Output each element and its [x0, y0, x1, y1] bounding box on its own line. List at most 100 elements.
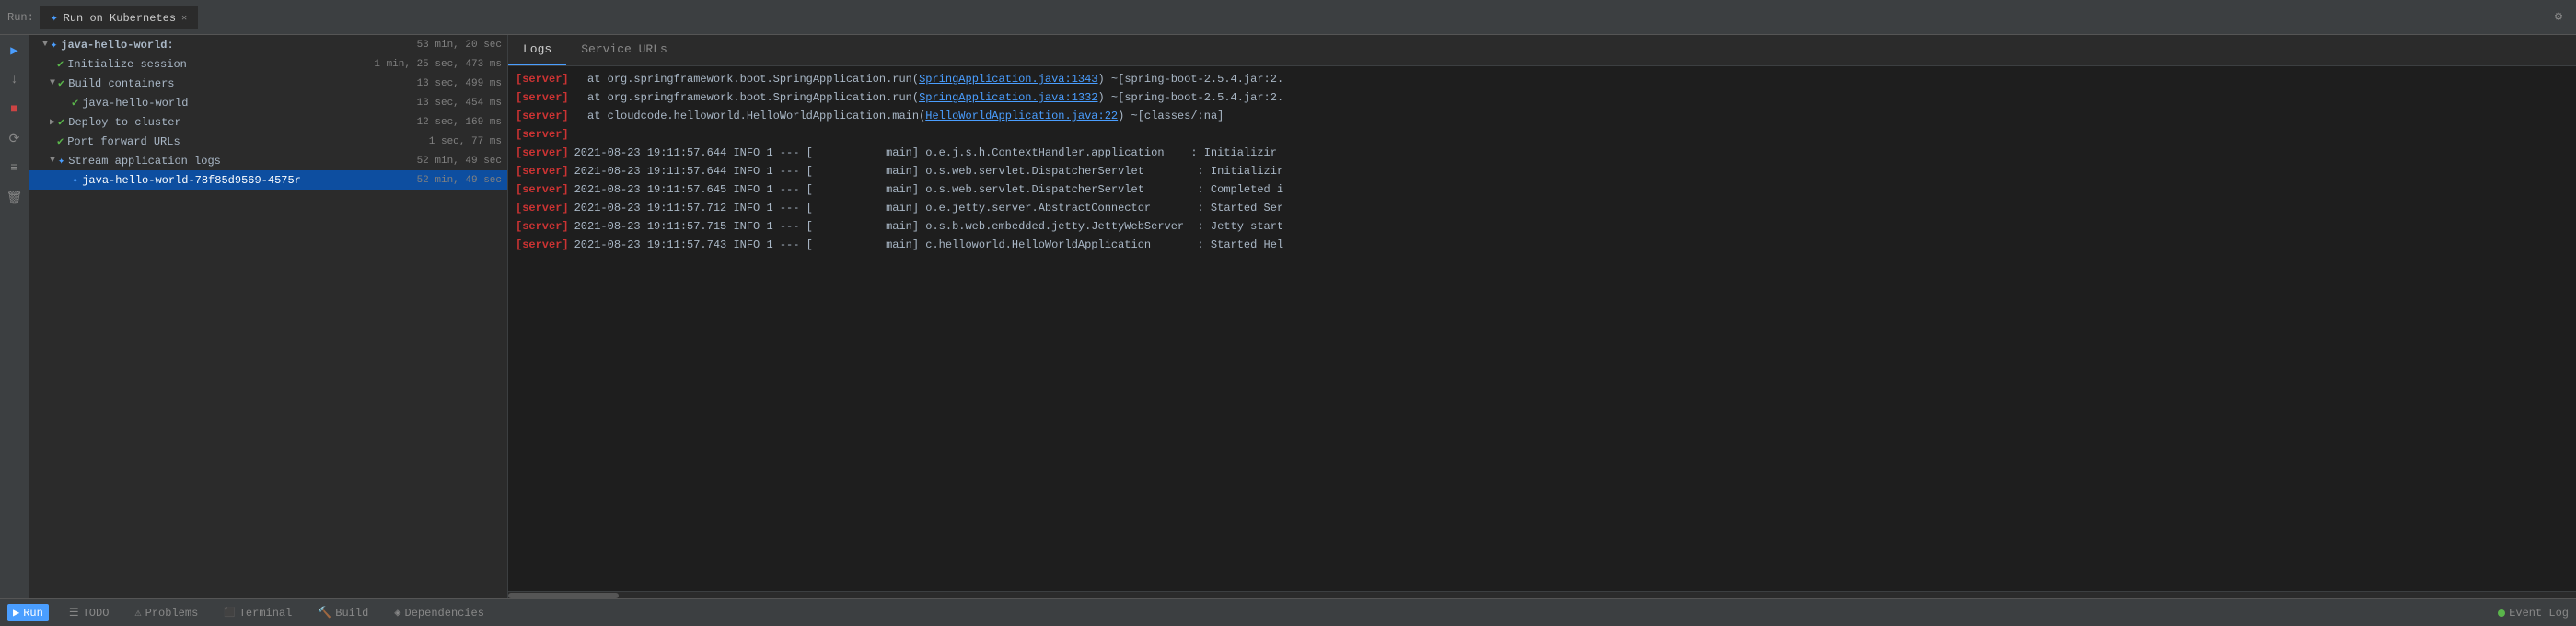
- log-link-0[interactable]: SpringApplication.java:1343: [919, 73, 1097, 86]
- tab-logs[interactable]: Logs: [508, 35, 566, 65]
- log-line-1: [server] at org.springframework.boot.Spr…: [508, 88, 2576, 107]
- tree-duration-jhw: 13 sec, 454 ms: [410, 98, 502, 109]
- event-log-dot: [2498, 609, 2505, 617]
- check-icon-init: ✔: [57, 57, 64, 71]
- run-tab[interactable]: ✦ Run on Kubernetes ✕: [40, 6, 198, 29]
- event-log-label: Event Log: [2509, 607, 2569, 620]
- spin-icon-stream: ✦: [58, 154, 64, 168]
- terminal-label: Terminal: [239, 607, 293, 620]
- check-icon-jhw: ✔: [72, 96, 78, 110]
- rerun-icon[interactable]: ▶: [5, 41, 25, 61]
- tree-item-port-forward[interactable]: ✔ Port forward URLs 1 sec, 77 ms: [29, 132, 507, 151]
- log-panel: Logs Service URLs [server] at org.spring…: [508, 35, 2576, 598]
- todo-label: TODO: [83, 607, 110, 620]
- tab-title-label: Run on Kubernetes: [64, 12, 176, 25]
- log-tabs: Logs Service URLs: [508, 35, 2576, 66]
- tree-duration-deploy: 12 sec, 169 ms: [410, 117, 502, 128]
- log-text-2: at cloudcode.helloworld.HelloWorldApplic…: [574, 108, 1224, 124]
- tree-item-jhw-sub[interactable]: ✔ java-hello-world 13 sec, 454 ms: [29, 93, 507, 112]
- server-tag-5: [server]: [516, 163, 569, 180]
- tree-item-build-containers[interactable]: ▼ ✔ Build containers 13 sec, 499 ms: [29, 74, 507, 93]
- top-bar-right: ⚙: [2548, 7, 2569, 28]
- check-icon-deploy: ✔: [58, 115, 64, 129]
- bottom-dependencies-button[interactable]: ◈ Dependencies: [389, 604, 490, 621]
- tree-label-init: Initialize session: [67, 58, 366, 71]
- settings-icon[interactable]: ⚙: [2548, 7, 2569, 28]
- bottom-build-button[interactable]: 🔨 Build: [312, 604, 374, 621]
- stop-icon[interactable]: ■: [5, 99, 25, 120]
- problems-label: Problems: [145, 607, 199, 620]
- check-icon-port: ✔: [57, 134, 64, 148]
- log-line-9: [server] 2021-08-23 19:11:57.743 INFO 1 …: [508, 236, 2576, 254]
- log-content[interactable]: [server] at org.springframework.boot.Spr…: [508, 66, 2576, 591]
- log-line-2: [server] at cloudcode.helloworld.HelloWo…: [508, 107, 2576, 125]
- arrow-down-icon[interactable]: ↓: [5, 70, 25, 90]
- bottom-terminal-button[interactable]: ⬛ Terminal: [218, 605, 297, 621]
- tree-label-stream: Stream application logs: [68, 155, 409, 168]
- log-text-7: 2021-08-23 19:11:57.712 INFO 1 --- [ mai…: [574, 200, 1284, 216]
- log-line-8: [server] 2021-08-23 19:11:57.715 INFO 1 …: [508, 217, 2576, 236]
- log-line-7: [server] 2021-08-23 19:11:57.712 INFO 1 …: [508, 199, 2576, 217]
- top-bar-left: Run: ✦ Run on Kubernetes ✕: [7, 6, 198, 29]
- tree-duration-pod: 52 min, 49 sec: [410, 175, 502, 186]
- log-text-1: at org.springframework.boot.SpringApplic…: [574, 89, 1284, 106]
- log-line-6: [server] 2021-08-23 19:11:57.645 INFO 1 …: [508, 180, 2576, 199]
- tree-duration-init: 1 min, 25 sec, 473 ms: [366, 59, 502, 70]
- run-icon: ▶: [13, 606, 19, 620]
- server-tag-7: [server]: [516, 200, 569, 216]
- log-line-0: [server] at org.springframework.boot.Spr…: [508, 70, 2576, 88]
- server-tag-3: [server]: [516, 126, 569, 143]
- terminal-icon: ⬛: [224, 608, 235, 619]
- spin-icon-pod: ✦: [72, 173, 78, 187]
- trash-icon[interactable]: 🗑: [5, 188, 25, 208]
- close-tab-icon[interactable]: ✕: [181, 13, 187, 24]
- arrow-build: ▼: [50, 78, 55, 88]
- rerun2-icon[interactable]: ⟳: [5, 129, 25, 149]
- tree-label-pod: java-hello-world-78f85d9569-4575r: [82, 174, 409, 187]
- bottom-run-button[interactable]: ▶ Run: [7, 604, 49, 621]
- bottom-problems-button[interactable]: ⚠ Problems: [129, 604, 203, 621]
- main-content: ▶ ↓ ■ ⟳ ≡ 🗑 ▼ ✦ java-hello-world: 53 min…: [0, 35, 2576, 598]
- server-tag-9: [server]: [516, 237, 569, 253]
- log-link-1[interactable]: SpringApplication.java:1332: [919, 91, 1097, 104]
- horizontal-scrollbar[interactable]: [508, 591, 2576, 598]
- deps-icon: ◈: [394, 606, 400, 620]
- server-tag-1: [server]: [516, 89, 569, 106]
- server-tag-6: [server]: [516, 181, 569, 198]
- log-line-5: [server] 2021-08-23 19:11:57.644 INFO 1 …: [508, 162, 2576, 180]
- log-line-3: [server]: [508, 125, 2576, 144]
- kubernetes-icon: ✦: [51, 11, 58, 25]
- tree-label-root: java-hello-world:: [61, 39, 409, 52]
- log-line-4: [server] 2021-08-23 19:11:57.644 INFO 1 …: [508, 144, 2576, 162]
- tree-duration-port: 1 sec, 77 ms: [422, 136, 502, 147]
- filter-icon[interactable]: ≡: [5, 158, 25, 179]
- log-text-9: 2021-08-23 19:11:57.743 INFO 1 --- [ mai…: [574, 237, 1284, 253]
- log-text-6: 2021-08-23 19:11:57.645 INFO 1 --- [ mai…: [574, 181, 1284, 198]
- tree-item-java-hello-world-root[interactable]: ▼ ✦ java-hello-world: 53 min, 20 sec: [29, 35, 507, 54]
- tree-label-build: Build containers: [68, 77, 409, 90]
- bottom-todo-button[interactable]: ☰ TODO: [64, 604, 115, 621]
- tree-label-deploy: Deploy to cluster: [68, 116, 409, 129]
- event-log-button[interactable]: Event Log: [2498, 607, 2569, 620]
- tree-item-deploy[interactable]: ▶ ✔ Deploy to cluster 12 sec, 169 ms: [29, 112, 507, 132]
- top-bar: Run: ✦ Run on Kubernetes ✕ ⚙: [0, 0, 2576, 35]
- tree-item-stream-logs[interactable]: ▼ ✦ Stream application logs 52 min, 49 s…: [29, 151, 507, 170]
- log-text-8: 2021-08-23 19:11:57.715 INFO 1 --- [ mai…: [574, 218, 1284, 235]
- tree-panel: ▼ ✦ java-hello-world: 53 min, 20 sec ✔ I…: [29, 35, 508, 598]
- log-text-4: 2021-08-23 19:11:57.644 INFO 1 --- [ mai…: [574, 145, 1277, 161]
- bottom-bar: ▶ Run ☰ TODO ⚠ Problems ⬛ Terminal 🔨 Bui…: [0, 598, 2576, 626]
- tree-item-pod[interactable]: ✦ java-hello-world-78f85d9569-4575r 52 m…: [29, 170, 507, 190]
- run-label: Run:: [7, 11, 34, 24]
- todo-icon: ☰: [69, 606, 79, 620]
- tree-item-initialize-session[interactable]: ✔ Initialize session 1 min, 25 sec, 473 …: [29, 54, 507, 74]
- tree-duration-stream: 52 min, 49 sec: [410, 156, 502, 167]
- server-tag-4: [server]: [516, 145, 569, 161]
- log-link-2[interactable]: HelloWorldApplication.java:22: [925, 110, 1118, 122]
- arrow-expand: ▼: [42, 40, 48, 50]
- run-label-bottom: Run: [23, 607, 43, 620]
- log-text-0: at org.springframework.boot.SpringApplic…: [574, 71, 1284, 87]
- tab-service-urls[interactable]: Service URLs: [566, 35, 682, 65]
- tree-duration-build: 13 sec, 499 ms: [410, 78, 502, 89]
- tree-label-jhw: java-hello-world: [82, 97, 409, 110]
- build-label: Build: [335, 607, 368, 620]
